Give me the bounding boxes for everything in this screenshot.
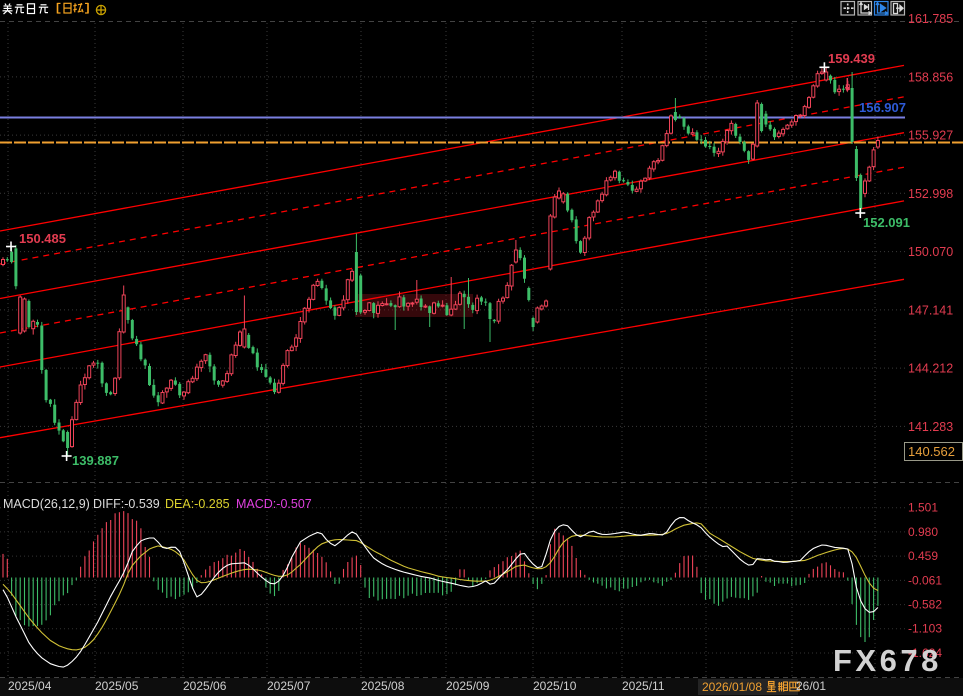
svg-text:159.439: 159.439: [828, 51, 875, 66]
svg-text:158.856: 158.856: [908, 70, 953, 84]
svg-text:2025/05: 2025/05: [95, 679, 139, 693]
svg-text:2025/06: 2025/06: [183, 679, 227, 693]
svg-text:152.091: 152.091: [863, 215, 910, 230]
svg-text:DEA:-0.285: DEA:-0.285: [165, 497, 230, 511]
svg-text:-0.582: -0.582: [908, 598, 942, 612]
svg-text:1.501: 1.501: [908, 501, 938, 515]
svg-text:161.785: 161.785: [908, 12, 953, 26]
svg-text:2025/10: 2025/10: [533, 679, 577, 693]
svg-text:DIFF:-0.539: DIFF:-0.539: [93, 497, 160, 511]
svg-text:155.927: 155.927: [908, 129, 953, 143]
svg-text:144.212: 144.212: [908, 362, 953, 376]
svg-text:FX678: FX678: [833, 643, 942, 678]
svg-text:0.980: 0.980: [908, 525, 938, 539]
svg-text:MACD(26,12,9): MACD(26,12,9): [3, 497, 90, 511]
svg-text:2025/04: 2025/04: [8, 679, 52, 693]
svg-text:26/01: 26/01: [796, 679, 826, 693]
svg-text:2026/01/08: 2026/01/08: [702, 680, 762, 694]
svg-text:152.998: 152.998: [908, 187, 953, 201]
svg-text:-1.103: -1.103: [908, 622, 942, 636]
svg-text:150.485: 150.485: [19, 231, 66, 246]
svg-text:141.283: 141.283: [908, 420, 953, 434]
svg-text:2025/09: 2025/09: [446, 679, 490, 693]
svg-text:139.887: 139.887: [72, 453, 119, 468]
svg-text:0.459: 0.459: [908, 549, 938, 563]
svg-text:2025/08: 2025/08: [361, 679, 405, 693]
svg-text:2025/11: 2025/11: [622, 679, 665, 693]
svg-text:156.907: 156.907: [859, 100, 906, 115]
svg-text:147.141: 147.141: [908, 303, 953, 317]
svg-text:-0.061: -0.061: [908, 573, 942, 587]
svg-text:140.562: 140.562: [908, 444, 955, 459]
svg-text:150.070: 150.070: [908, 245, 953, 259]
svg-text:MACD:-0.507: MACD:-0.507: [236, 497, 312, 511]
svg-text:2025/07: 2025/07: [267, 679, 311, 693]
